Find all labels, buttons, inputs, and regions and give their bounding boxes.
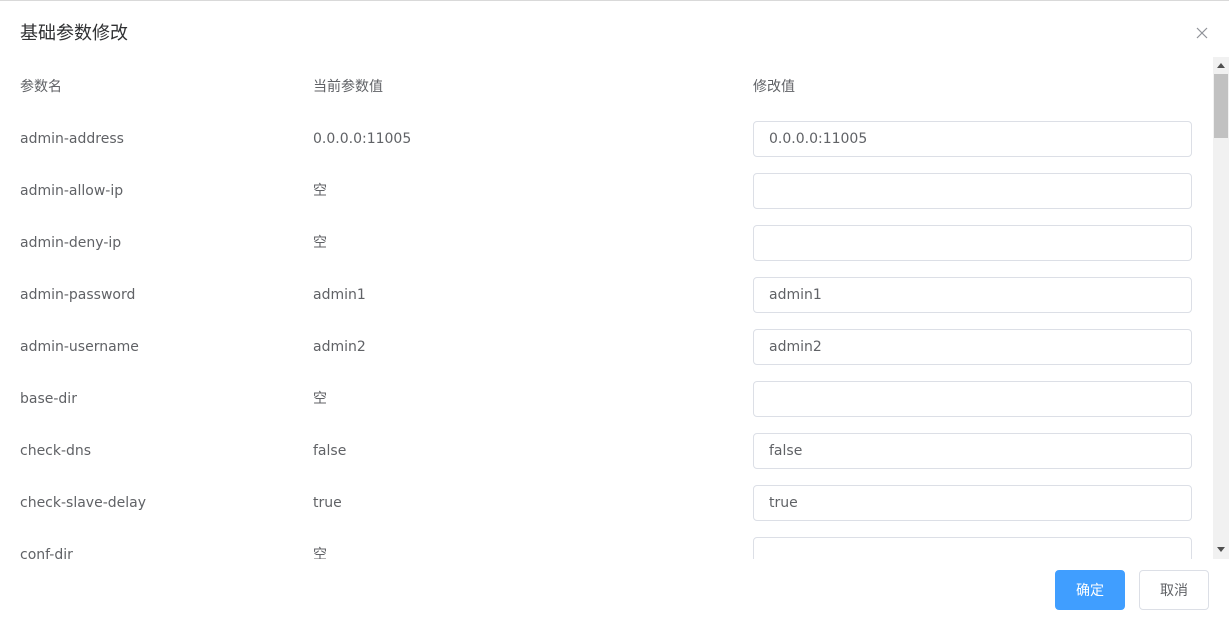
param-name: base-dir xyxy=(20,391,77,407)
param-name: admin-deny-ip xyxy=(20,235,122,251)
close-icon[interactable] xyxy=(1193,24,1211,42)
param-name: check-dns xyxy=(20,443,92,459)
header-name: 参数名 xyxy=(20,79,62,95)
param-edit-input[interactable] xyxy=(753,485,1192,521)
header-edit: 修改值 xyxy=(753,79,795,95)
param-current-value: 空 xyxy=(313,547,327,559)
param-edit-input[interactable] xyxy=(753,173,1192,209)
param-edit-input[interactable] xyxy=(753,277,1192,313)
param-name: admin-allow-ip xyxy=(20,183,124,199)
param-name: admin-username xyxy=(20,339,139,355)
param-current-value: false xyxy=(313,443,347,459)
table-row: admin-allow-ip 空 xyxy=(0,171,1213,223)
param-name: conf-dir xyxy=(20,547,73,559)
header-current: 当前参数值 xyxy=(313,79,383,95)
scrollbar-thumb[interactable] xyxy=(1214,74,1228,138)
table-row: admin-deny-ip 空 xyxy=(0,223,1213,275)
param-name: admin-password xyxy=(20,287,136,303)
table-row: check-slave-delay true xyxy=(0,483,1213,535)
param-edit-input[interactable] xyxy=(753,329,1192,365)
param-current-value: 空 xyxy=(313,235,327,251)
param-current-value: 空 xyxy=(313,183,327,199)
table-row: admin-password admin1 xyxy=(0,275,1213,327)
dialog-title: 基础参数修改 xyxy=(20,23,128,44)
param-current-value: 0.0.0.0:11005 xyxy=(313,131,412,147)
param-edit-input[interactable] xyxy=(753,537,1192,559)
table-row: admin-username admin2 xyxy=(0,327,1213,379)
param-edit-input[interactable] xyxy=(753,121,1192,157)
table-row: base-dir 空 xyxy=(0,379,1213,431)
param-table: 参数名 当前参数值 修改值 admin-address 0.0.0.0:11005… xyxy=(0,63,1213,559)
table-row: conf-dir 空 xyxy=(0,535,1213,559)
scroll-up-icon[interactable] xyxy=(1213,58,1229,74)
param-current-value: admin1 xyxy=(313,287,366,303)
table-row: check-dns false xyxy=(0,431,1213,483)
scroll-down-icon[interactable] xyxy=(1213,542,1229,558)
param-edit-dialog: 基础参数修改 参数名 当前参数值 修改值 admin-address 0.0.0.… xyxy=(0,0,1229,628)
param-edit-input[interactable] xyxy=(753,225,1192,261)
param-name: admin-address xyxy=(20,131,124,147)
table-row: admin-address 0.0.0.0:11005 xyxy=(0,119,1213,171)
param-edit-input[interactable] xyxy=(753,381,1192,417)
param-name: check-slave-delay xyxy=(20,495,147,511)
param-current-value: admin2 xyxy=(313,339,366,355)
param-current-value: true xyxy=(313,495,342,511)
confirm-button[interactable]: 确定 xyxy=(1055,570,1125,610)
param-current-value: 空 xyxy=(313,391,327,407)
param-edit-input[interactable] xyxy=(753,433,1192,469)
cancel-button[interactable]: 取消 xyxy=(1139,570,1209,610)
